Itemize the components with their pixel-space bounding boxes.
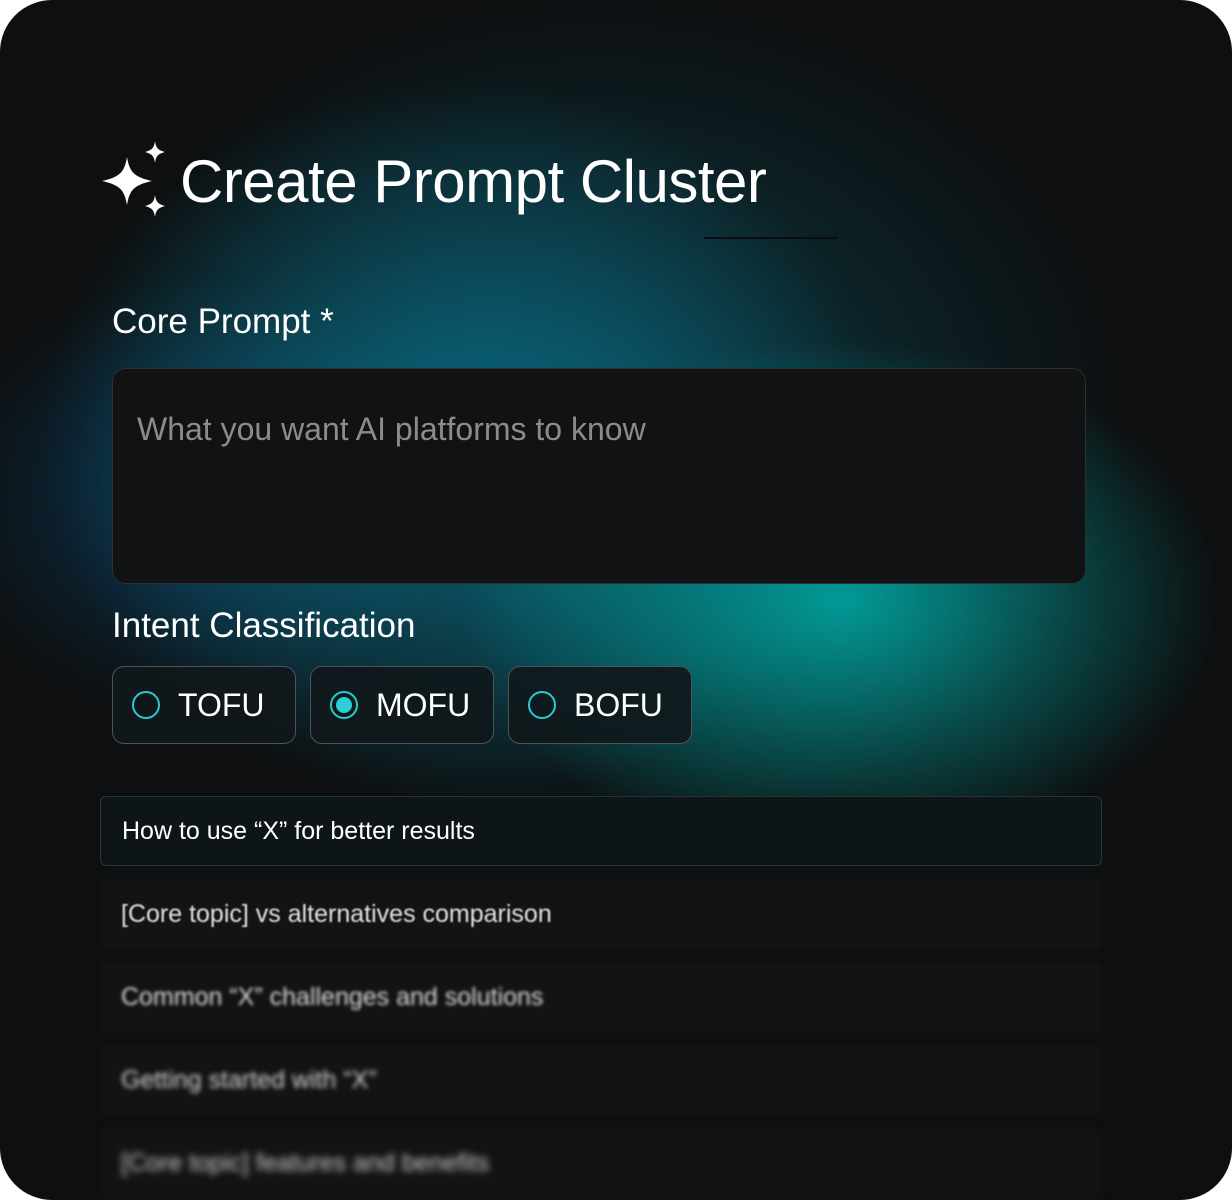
- title-divider: [704, 237, 838, 239]
- header: Create Prompt Cluster: [100, 138, 767, 224]
- suggestion-item[interactable]: How to use “X” for better results: [100, 796, 1102, 866]
- prompt-suggestion-list: How to use “X” for better results [Core …: [100, 796, 1102, 1200]
- suggestion-item[interactable]: [Core topic] vs alternatives comparison: [100, 879, 1102, 949]
- core-prompt-field: [112, 368, 1086, 584]
- sparkle-icon: [102, 141, 165, 217]
- suggestion-item[interactable]: Common “X” challenges and solutions: [100, 962, 1102, 1032]
- core-prompt-label: Core Prompt *: [112, 302, 334, 341]
- suggestion-item[interactable]: [Core topic] features and benefits: [100, 1128, 1102, 1198]
- intent-classification-label: Intent Classification: [112, 606, 416, 645]
- radio-unchecked-icon: [132, 691, 160, 719]
- page-title: Create Prompt Cluster: [180, 147, 767, 215]
- core-prompt-input[interactable]: [113, 369, 1085, 583]
- intent-option-label: BOFU: [574, 686, 663, 723]
- intent-option-mofu[interactable]: MOFU: [310, 666, 494, 744]
- radio-unchecked-icon: [528, 691, 556, 719]
- suggestion-item[interactable]: Getting started with “X”: [100, 1045, 1102, 1115]
- intent-option-label: TOFU: [178, 686, 265, 723]
- intent-option-bofu[interactable]: BOFU: [508, 666, 692, 744]
- intent-option-tofu[interactable]: TOFU: [112, 666, 296, 744]
- radio-checked-icon: [330, 691, 358, 719]
- intent-radio-group: TOFU MOFU BOFU: [112, 666, 692, 744]
- create-prompt-cluster-card: Create Prompt Cluster Core Prompt * Inte…: [0, 0, 1232, 1200]
- intent-option-label: MOFU: [376, 686, 471, 723]
